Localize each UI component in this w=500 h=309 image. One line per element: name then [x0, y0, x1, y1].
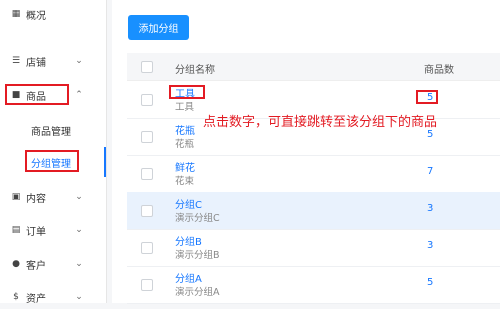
- annotation-box-goods: [5, 84, 69, 105]
- row-checkbox[interactable]: [141, 205, 153, 217]
- group-name-link[interactable]: 分组B: [175, 233, 202, 248]
- sidebar-item-label: 店铺: [26, 57, 46, 69]
- goods-count-link[interactable]: 3: [427, 240, 433, 251]
- group-description: 演示分组A: [175, 287, 220, 298]
- goods-count-link[interactable]: 7: [427, 166, 433, 177]
- store-icon: ☰: [11, 56, 21, 66]
- table-row: 鲜花 花束 7: [127, 155, 500, 193]
- table-row: 分组A 演示分组A 5: [127, 266, 500, 304]
- sidebar-item-label: 客户: [26, 260, 46, 272]
- group-description: 演示分组C: [175, 213, 220, 224]
- row-checkbox[interactable]: [141, 242, 153, 254]
- annotation-text: 点击数字，可直接跳转至该分组下的商品: [203, 115, 438, 130]
- group-name-link[interactable]: 鲜花: [175, 159, 195, 174]
- annotation-box-group-manage: [25, 150, 79, 172]
- group-description: 工具: [175, 102, 195, 113]
- group-name-link[interactable]: 花瓶: [175, 122, 195, 137]
- goods-count-link[interactable]: 3: [427, 203, 433, 214]
- row-checkbox[interactable]: [141, 279, 153, 291]
- customer-icon: ●: [12, 259, 20, 269]
- group-description: 花束: [175, 176, 195, 187]
- sidebar-item-store[interactable]: ☰ 店铺 ⌄: [0, 49, 106, 73]
- add-group-button[interactable]: 添加分组: [128, 15, 189, 40]
- content-icon: ▣: [11, 192, 21, 202]
- chevron-down-icon: ⌄: [75, 292, 83, 302]
- group-name-link[interactable]: 分组A: [175, 270, 202, 285]
- sidebar-item-label: 订单: [26, 226, 46, 238]
- active-indicator: [104, 147, 106, 177]
- sidebar-item-overview[interactable]: ▦ 概况: [0, 2, 106, 26]
- group-description: 花瓶: [175, 139, 195, 150]
- asset-icon: $: [13, 292, 19, 302]
- table-row: 分组C 演示分组C 3: [127, 192, 500, 230]
- chevron-down-icon: ⌄: [75, 56, 83, 66]
- column-header-group-name: 分组名称: [175, 65, 215, 76]
- goods-count-link[interactable]: 5: [427, 277, 433, 288]
- group-name-link[interactable]: 分组C: [175, 196, 202, 211]
- goods-count-link[interactable]: 5: [427, 129, 433, 140]
- chevron-down-icon: ⌄: [75, 259, 83, 269]
- table-header: 分组名称 商品数: [127, 53, 500, 81]
- sidebar-item-label: 内容: [26, 193, 46, 205]
- chevron-down-icon: ⌄: [75, 192, 83, 202]
- sidebar-item-order[interactable]: ▤ 订单 ⌄: [0, 218, 106, 242]
- chevron-down-icon: ⌄: [75, 225, 83, 235]
- column-header-goods-count: 商品数: [424, 65, 454, 76]
- annotation-box-group-name: [169, 85, 205, 99]
- table-row: 分组B 演示分组B 3: [127, 229, 500, 267]
- sidebar-item-goods-manage[interactable]: 商品管理: [0, 118, 106, 142]
- order-icon: ▤: [11, 225, 21, 235]
- sidebar-item-label: 资产: [26, 293, 46, 305]
- sidebar-item-asset[interactable]: $ 资产 ⌄: [0, 285, 106, 309]
- sidebar-item-customer[interactable]: ● 客户 ⌄: [0, 252, 106, 276]
- main-panel: 添加分组 分组名称 商品数 工具 工具 5 花瓶 花瓶 5 鲜花 花束 7 分组…: [112, 0, 500, 304]
- sidebar-item-label: 概况: [26, 10, 46, 22]
- group-description: 演示分组B: [175, 250, 220, 261]
- select-all-checkbox[interactable]: [141, 61, 153, 73]
- dashboard-icon: ▦: [11, 9, 21, 19]
- row-checkbox[interactable]: [141, 94, 153, 106]
- row-checkbox[interactable]: [141, 131, 153, 143]
- row-checkbox[interactable]: [141, 168, 153, 180]
- chevron-up-icon: ⌃: [75, 90, 83, 100]
- sidebar-subitem-label: 商品管理: [31, 126, 71, 138]
- sidebar-item-content[interactable]: ▣ 内容 ⌄: [0, 185, 106, 209]
- annotation-box-goods-count: [416, 90, 438, 104]
